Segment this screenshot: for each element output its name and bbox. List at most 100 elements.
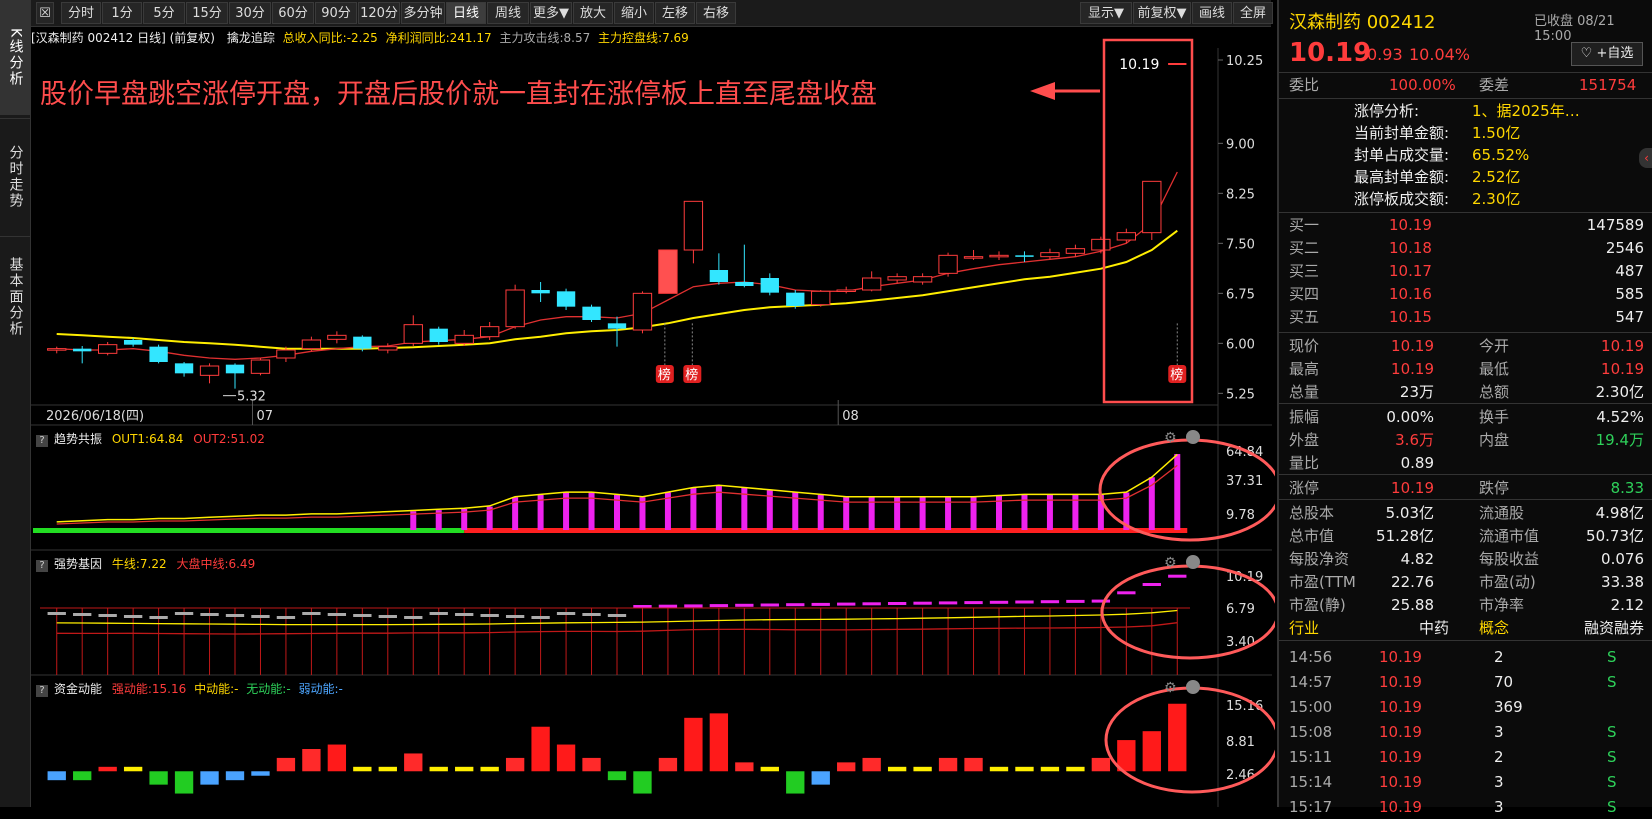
ind2-mark (225, 614, 245, 617)
bid-label: 买四 (1289, 285, 1320, 303)
concept-label[interactable]: 概念 (1479, 616, 1509, 640)
limit-value: 1.50亿 (1472, 124, 1521, 142)
ind2-mark (1040, 600, 1060, 604)
ind2-mark (607, 614, 627, 617)
indicator2-label: ? 强势基因 牛线:7.22 大盘中线:6.49 (36, 555, 255, 573)
chevron-left-icon[interactable]: ‹ (1639, 148, 1652, 168)
candle-body (760, 278, 779, 293)
trade-tick-row: 15:11 10.19 2 S (1279, 745, 1652, 769)
ind2-mark (276, 616, 296, 619)
ind2-y-label: 6.79 (1226, 602, 1255, 617)
gear-icon[interactable]: ⚙ (1164, 430, 1177, 446)
help-icon[interactable]: ? (36, 560, 48, 572)
industry-value[interactable]: 中药 (1419, 616, 1449, 640)
ind3-bar (582, 757, 601, 772)
quote-row: 市盈(静) 25.88 市净率 2.12 (1279, 593, 1652, 617)
limit-analysis-row: 涨停分析: 1、据2025年… (1279, 100, 1652, 122)
y-tick-label: 9.00 (1226, 137, 1255, 152)
last-price-label: 10.19 (1119, 57, 1159, 73)
ind2-mark (174, 612, 194, 615)
candle-body (454, 334, 474, 344)
tick-price: 10.19 (1379, 723, 1422, 741)
ind2-mark (480, 614, 499, 617)
ind2-mark (1066, 599, 1085, 603)
quote-label: 每股净资 (1289, 550, 1350, 568)
ind1-out2: OUT2:51.02 (193, 432, 265, 446)
ind3-bar (837, 762, 856, 772)
bid-price: 10.16 (1389, 285, 1432, 303)
ind3-bar (123, 766, 143, 772)
tick-price: 10.19 (1379, 698, 1422, 716)
bid-row: 买四 10.16 585 (1279, 282, 1652, 306)
ind3-y-label: 2.46 (1226, 768, 1255, 783)
close-icon[interactable] (1186, 555, 1200, 569)
ind2-mark (811, 602, 830, 606)
ind2-mark (1142, 583, 1161, 586)
close-icon[interactable] (1186, 680, 1200, 694)
ind3-bar (429, 766, 448, 772)
bid-row: 买五 10.15 547 (1279, 305, 1652, 329)
tick-price: 10.19 (1379, 673, 1422, 691)
tick-price: 10.19 (1379, 648, 1422, 666)
quote-value: 5.03亿 (1385, 504, 1434, 522)
margin-label[interactable]: 融资融券 (1584, 616, 1644, 640)
limit-analysis-row: 当前封单金额: 1.50亿 (1279, 122, 1652, 144)
candle-body (556, 291, 576, 307)
trade-tick-row: 14:57 10.19 70 S (1279, 670, 1652, 694)
industry-row: 行业 中药 概念 融资融券 (1279, 616, 1652, 640)
bid-volume: 147589 (1586, 216, 1644, 234)
tick-volume: 3 (1494, 723, 1504, 741)
limit-value: 65.52% (1472, 146, 1530, 164)
ind3-bar (862, 757, 881, 772)
candle-body (735, 282, 754, 286)
help-icon[interactable]: ? (36, 685, 48, 697)
industry-label[interactable]: 行业 (1289, 616, 1319, 640)
weicha-value: 151754 (1579, 76, 1637, 94)
ind2-mark (760, 603, 779, 607)
candle-body (174, 363, 194, 374)
ind3-bar (404, 753, 423, 772)
candle-body (429, 328, 448, 342)
ind3-bar (73, 771, 92, 781)
divider (1279, 403, 1652, 404)
candle-body (989, 254, 1009, 258)
stock-name: 汉森制药 002412 (1289, 12, 1436, 33)
gear-icon[interactable]: ⚙ (1164, 680, 1177, 696)
ind3-bar (1066, 766, 1085, 772)
y-tick-label: 7.50 (1226, 237, 1255, 252)
ind3-bar (174, 771, 194, 794)
quote-label: 最高 (1289, 360, 1320, 378)
candle-body (811, 290, 831, 306)
quote-label: 涨停 (1289, 479, 1320, 497)
quote-label: 市盈(动) (1479, 573, 1536, 591)
ind2-mark (709, 604, 729, 608)
tick-volume: 369 (1494, 698, 1523, 716)
candle-body (938, 254, 958, 274)
ind3-bar (556, 744, 576, 772)
gear-icon[interactable]: ⚙ (1164, 555, 1177, 571)
help-icon[interactable]: ? (36, 435, 48, 447)
ind3-bar (98, 766, 117, 772)
tick-volume: 70 (1494, 673, 1514, 691)
close-icon[interactable] (1186, 430, 1200, 444)
ind3-bar (658, 757, 678, 772)
quote-label: 总股本 (1289, 504, 1335, 522)
quote-label: 换手 (1479, 408, 1510, 426)
candle-body (683, 200, 704, 251)
market-status: 已收盘 08/21 15:00 (1534, 14, 1615, 44)
candle-body (531, 290, 550, 294)
price-change: 0.93 (1367, 45, 1403, 64)
tick-time: 15:17 (1289, 798, 1333, 816)
low-price-label: 5.32 (237, 390, 266, 405)
ind1-y-label: 37.31 (1226, 474, 1263, 489)
quote-label: 每股收益 (1479, 550, 1540, 568)
tick-volume: 2 (1494, 648, 1504, 666)
quote-value: 8.33 (1610, 479, 1644, 497)
tick-time: 15:11 (1289, 748, 1333, 766)
add-favorite-button[interactable]: ♡ +自选 (1571, 42, 1643, 66)
candle-body (403, 324, 423, 344)
tick-side: S (1607, 773, 1617, 791)
ind3-bar (964, 757, 983, 772)
trade-tick-row: 15:08 10.19 3 S (1279, 720, 1652, 744)
ind2-mark (1091, 599, 1111, 603)
